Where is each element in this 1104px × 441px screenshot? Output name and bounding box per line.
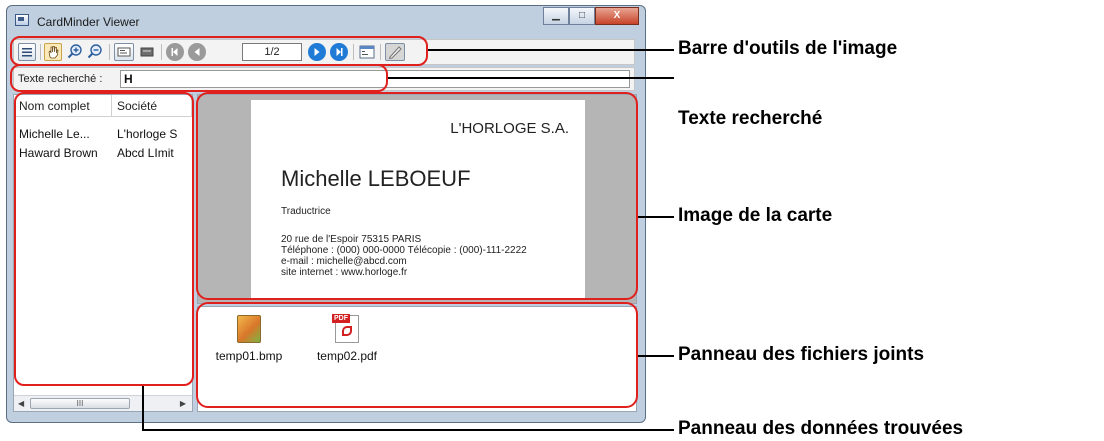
maximize-button[interactable]: □ xyxy=(569,7,595,25)
horizontal-scrollbar[interactable]: ◀ III ▶ xyxy=(14,395,192,411)
window-title: CardMinder Viewer xyxy=(37,15,140,29)
window-controls: ▁ □ X xyxy=(543,7,639,25)
scroll-thumb[interactable]: III xyxy=(30,398,130,409)
callout-search: Texte recherché xyxy=(678,108,823,129)
scroll-left-arrow-icon[interactable]: ◀ xyxy=(18,399,24,408)
callout-card-image: Image de la carte xyxy=(678,205,833,226)
callout-found-data: Panneau des données trouvées xyxy=(678,418,964,439)
close-button[interactable]: X xyxy=(595,7,639,25)
callout-toolbar: Barre d'outils de l'image xyxy=(678,38,898,59)
callout-attachments: Panneau des fichiers joints xyxy=(678,344,925,365)
search-highlight xyxy=(10,64,388,92)
card-image-highlight xyxy=(196,92,638,300)
toolbar-highlight xyxy=(10,36,428,66)
title-bar: CardMinder Viewer ▁ □ X xyxy=(7,6,645,36)
found-data-highlight xyxy=(14,92,194,386)
app-icon xyxy=(15,14,29,26)
attachments-highlight xyxy=(196,302,638,408)
minimize-button[interactable]: ▁ xyxy=(543,7,569,25)
scroll-right-arrow-icon[interactable]: ▶ xyxy=(180,399,186,408)
